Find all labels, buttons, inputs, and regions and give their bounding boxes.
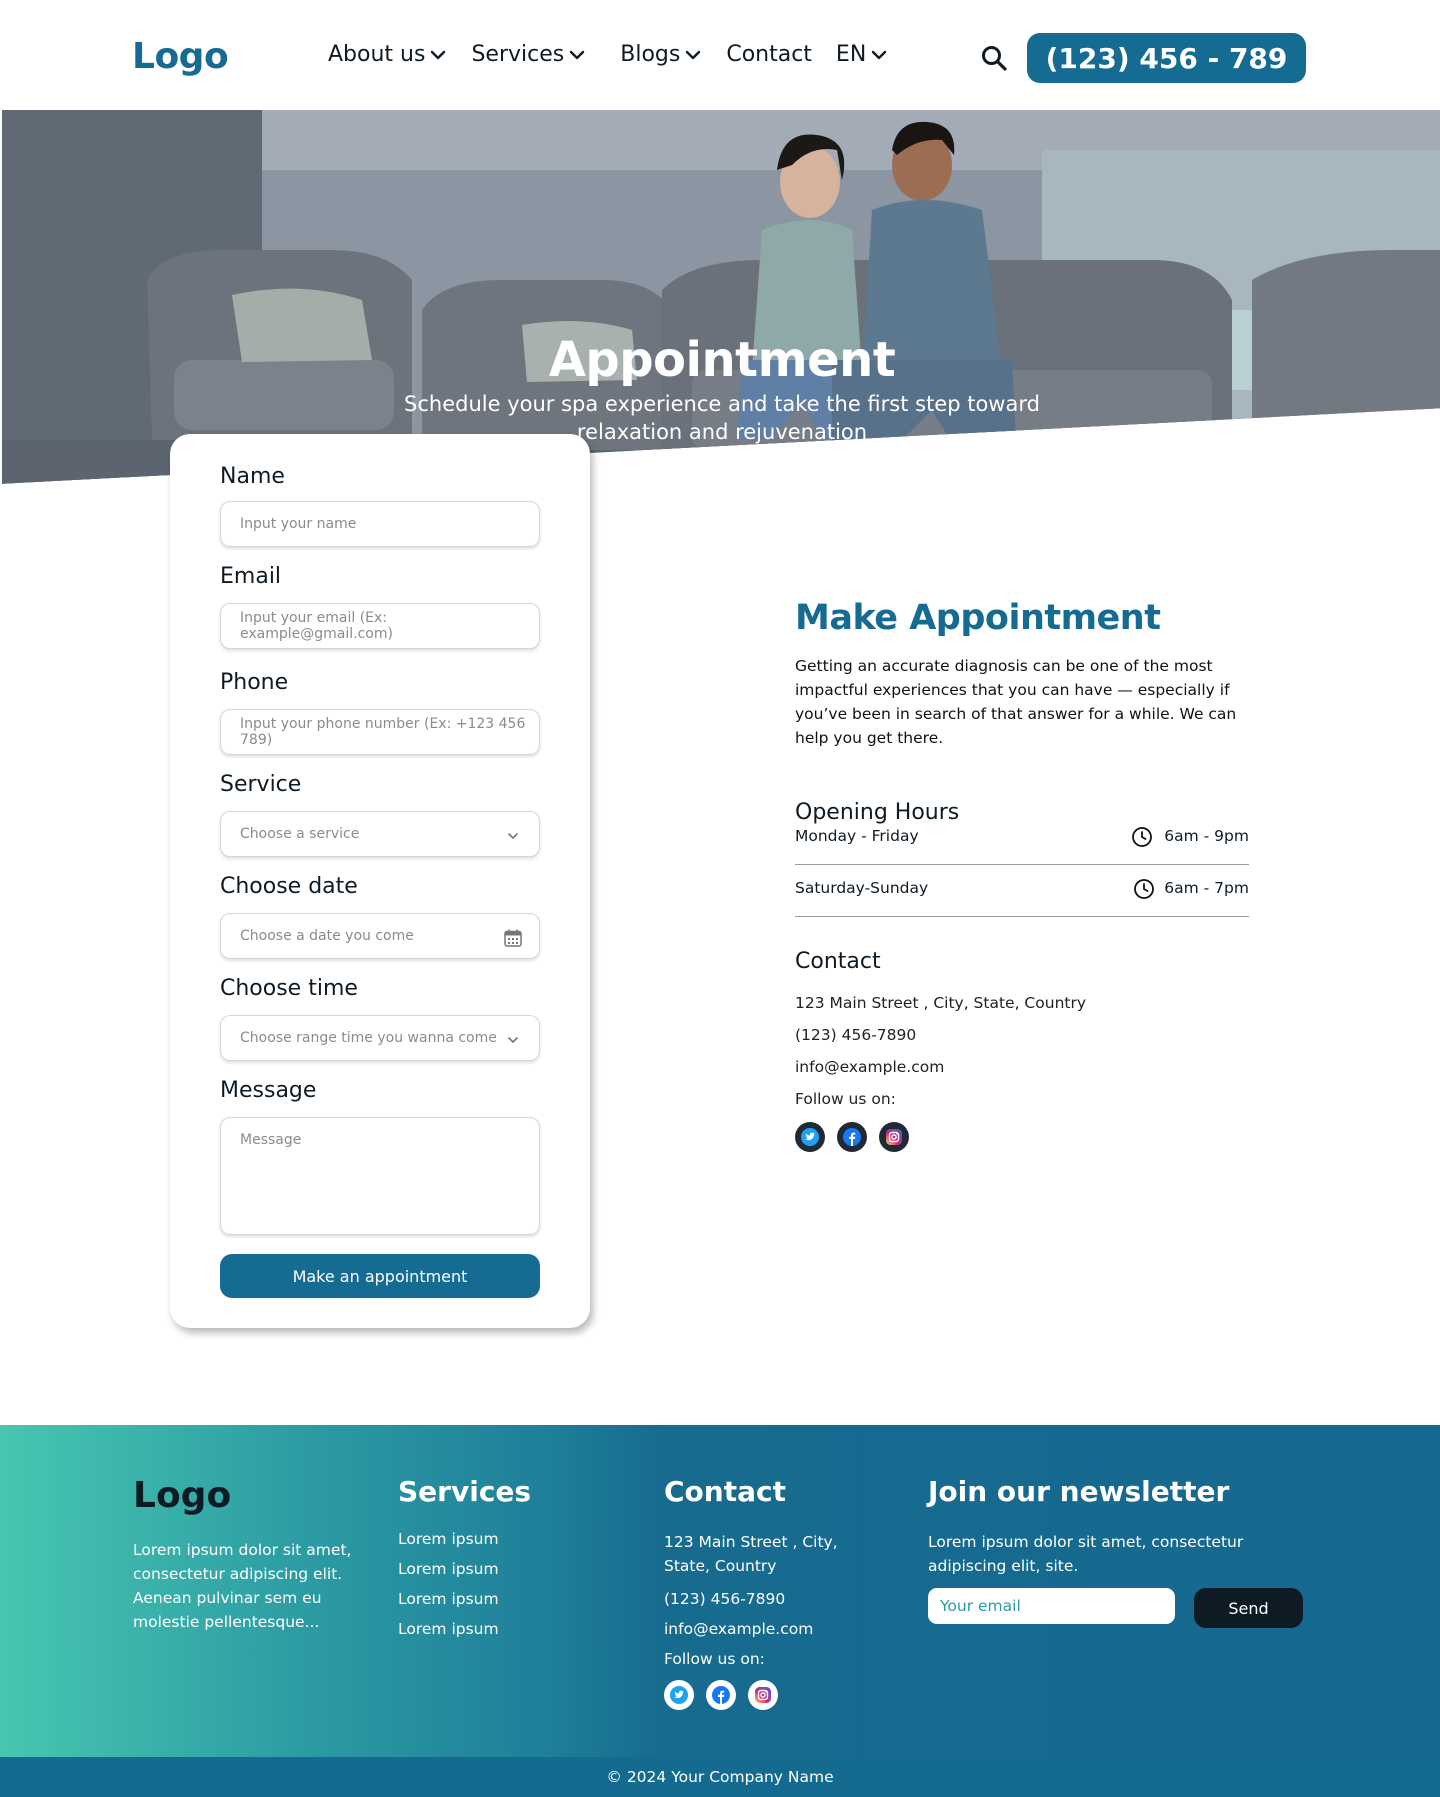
site-footer: Logo Lorem ipsum dolor sit amet, consect… — [0, 1425, 1440, 1757]
facebook-icon[interactable] — [837, 1122, 867, 1152]
phone-button[interactable]: (123) 456 - 789 — [1027, 33, 1306, 83]
hours-time: 6am - 9pm — [1164, 827, 1249, 845]
footer-service-link[interactable]: Lorem ipsum — [398, 1590, 618, 1608]
footer-about: Logo Lorem ipsum dolor sit amet, consect… — [133, 1475, 358, 1634]
search-icon[interactable] — [980, 44, 1008, 72]
service-select[interactable]: Choose a service — [220, 811, 540, 857]
message-label: Message — [220, 1078, 317, 1103]
instagram-icon[interactable] — [879, 1122, 909, 1152]
site-header: Logo About us Services Blogs Contact EN … — [0, 0, 1440, 110]
footer-address: 123 Main Street , City, State, Country — [664, 1533, 838, 1575]
hero-title: Appointment — [548, 332, 896, 388]
make-appointment-button[interactable]: Make an appointment — [220, 1254, 540, 1298]
service-select-value: Choose a service — [240, 826, 360, 842]
hours-day: Monday - Friday — [795, 827, 919, 845]
footer-newsletter: Join our newsletter Lorem ipsum dolor si… — [928, 1475, 1308, 1578]
nav-blogs[interactable]: Blogs — [620, 42, 702, 67]
hours-time: 6am - 7pm — [1164, 879, 1249, 897]
footer-logo[interactable]: Logo — [133, 1475, 358, 1516]
follow-us-label: Follow us on: — [795, 1090, 896, 1108]
section-description: Getting an accurate diagnosis can be one… — [795, 657, 1237, 747]
chevron-down-icon — [508, 833, 518, 839]
time-label: Choose time — [220, 976, 358, 1001]
footer-service-link[interactable]: Lorem ipsum — [398, 1620, 618, 1638]
hours-row: Monday - Friday 6am - 9pm — [795, 825, 1249, 865]
footer-services: Services Lorem ipsum Lorem ipsum Lorem i… — [398, 1475, 618, 1638]
nav-contact-label: Contact — [726, 42, 812, 67]
footer-phone[interactable]: (123) 456-7890 — [664, 1590, 884, 1608]
copyright: © 2024 Your Company Name — [0, 1757, 1440, 1797]
service-label: Service — [220, 772, 302, 797]
footer-services-title: Services — [398, 1475, 532, 1508]
language-selector[interactable]: EN — [836, 42, 888, 67]
chevron-down-icon — [431, 50, 446, 59]
section-title: Make Appointment — [795, 598, 1161, 638]
logo[interactable]: Logo — [132, 36, 229, 77]
footer-service-link[interactable]: Lorem ipsum — [398, 1530, 618, 1548]
appointment-info: Make Appointment Getting an accurate dia… — [795, 598, 1255, 1152]
nav-blogs-label: Blogs — [620, 42, 681, 67]
footer-service-link[interactable]: Lorem ipsum — [398, 1560, 618, 1578]
date-picker-value: Choose a date you come — [240, 928, 414, 944]
phone-input[interactable]: Input your phone number (Ex: +123 456 78… — [220, 709, 540, 755]
newsletter-send-button[interactable]: Send — [1194, 1588, 1303, 1628]
phone-label: Phone — [220, 670, 289, 695]
language-label: EN — [835, 42, 867, 67]
instagram-icon[interactable] — [748, 1680, 778, 1710]
twitter-icon[interactable] — [795, 1122, 825, 1152]
time-select[interactable]: Choose range time you wanna come — [220, 1015, 540, 1061]
main-nav: About us Services Blogs Contact EN — [328, 42, 912, 67]
twitter-icon[interactable] — [664, 1680, 694, 1710]
footer-email[interactable]: info@example.com — [664, 1620, 884, 1638]
contact-title: Contact — [795, 949, 881, 974]
email-label: Email — [220, 564, 282, 589]
hours-day: Saturday-Sunday — [795, 879, 929, 897]
time-select-value: Choose range time you wanna come — [240, 1030, 497, 1046]
facebook-icon[interactable] — [706, 1680, 736, 1710]
message-textarea[interactable]: Message — [220, 1117, 540, 1235]
chevron-down-icon — [686, 50, 701, 59]
date-label: Choose date — [220, 874, 358, 899]
footer-contact: Contact 123 Main Street , City, State, C… — [664, 1475, 884, 1710]
footer-about-text: Lorem ipsum dolor sit amet, consectetur … — [133, 1541, 352, 1631]
contact-phone[interactable]: (123) 456-7890 — [795, 1026, 1255, 1044]
nav-contact[interactable]: Contact — [726, 42, 812, 67]
date-picker[interactable]: Choose a date you come — [220, 913, 540, 959]
chevron-down-icon — [872, 50, 887, 59]
contact-address: 123 Main Street , City, State, Country — [795, 994, 1087, 1012]
opening-hours-title: Opening Hours — [795, 800, 960, 825]
nav-about-us[interactable]: About us — [328, 42, 447, 67]
chevron-down-icon — [508, 1037, 518, 1043]
calendar-icon[interactable] — [503, 928, 523, 948]
hours-row: Saturday-Sunday 6am - 7pm — [795, 865, 1249, 917]
chevron-down-icon — [570, 50, 585, 59]
footer-follow-label: Follow us on: — [664, 1650, 765, 1668]
footer-contact-title: Contact — [664, 1475, 786, 1508]
newsletter-email-input[interactable]: Your email — [928, 1588, 1175, 1624]
newsletter-text: Lorem ipsum dolor sit amet, consectetur … — [928, 1533, 1244, 1575]
clock-icon — [1132, 827, 1152, 847]
email-input[interactable]: Input your email (Ex: example@gmail.com) — [220, 603, 540, 649]
nav-services-label: Services — [471, 42, 565, 67]
name-label: Name — [220, 464, 285, 489]
clock-icon — [1134, 879, 1154, 899]
footer-social-links — [664, 1680, 884, 1710]
nav-services[interactable]: Services — [471, 42, 586, 67]
name-input[interactable]: Input your name — [220, 501, 540, 547]
contact-email[interactable]: info@example.com — [795, 1058, 1255, 1076]
nav-about-us-label: About us — [328, 42, 426, 67]
social-links — [795, 1122, 1255, 1152]
appointment-form: Name Input your name Email Input your em… — [170, 434, 590, 1328]
newsletter-title: Join our newsletter — [928, 1475, 1230, 1508]
